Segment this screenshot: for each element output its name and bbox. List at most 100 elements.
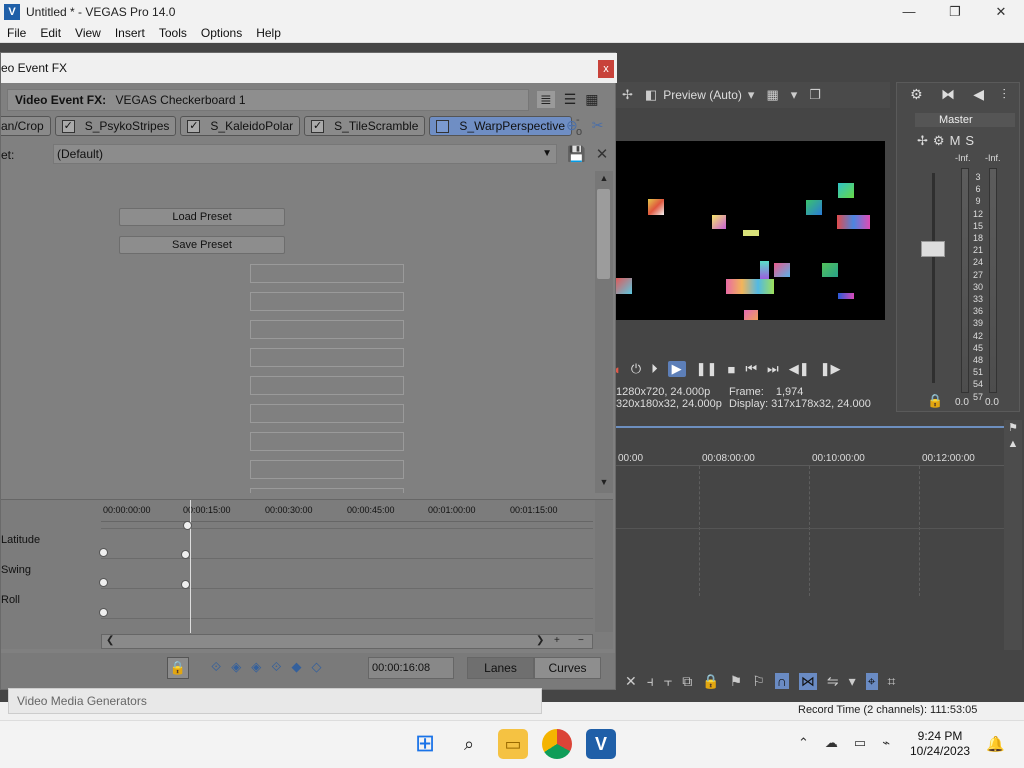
first-keyframe-icon[interactable]: ⟐ xyxy=(211,659,221,675)
scroll-right-icon[interactable]: ❯ xyxy=(536,635,544,646)
keyframe-vertical-scrollbar[interactable] xyxy=(595,500,613,632)
split-screen-icon[interactable]: ✢ xyxy=(622,87,633,103)
region-icon[interactable]: ⚐ xyxy=(752,673,765,690)
menu-edit[interactable]: Edit xyxy=(33,26,68,40)
scroll-left-icon[interactable]: ❮ xyxy=(106,635,114,646)
next-keyframe-icon[interactable]: ◈ xyxy=(251,659,261,675)
keyframe-point[interactable] xyxy=(181,580,190,589)
preview-overlay-icon[interactable]: ◧ xyxy=(645,87,657,103)
grid-icon[interactable]: ▦ xyxy=(766,87,778,103)
loop-icon[interactable]: ⏻ xyxy=(631,361,641,377)
fx-chip-tilescramble[interactable]: ✓ S_TileScramble xyxy=(304,116,426,136)
keyframe-point[interactable] xyxy=(99,608,108,617)
notification-bell-icon[interactable]: 🔔 xyxy=(986,735,1005,753)
taskbar-clock[interactable]: 9:24 PM 10/24/2023 xyxy=(910,729,970,759)
remove-fx-icon[interactable]: ✂ xyxy=(592,117,604,134)
ripple-icon[interactable]: ⇋ xyxy=(827,673,839,690)
timeline-vertical-scrollbar[interactable]: ⚑ ▲ xyxy=(1004,420,1022,650)
marker-icon[interactable]: ⚑ xyxy=(1004,420,1022,436)
preset-dropdown[interactable]: (Default) ▼ xyxy=(53,144,557,164)
envelope-tool-icon[interactable]: ⌗ xyxy=(888,673,896,690)
save-preset-button[interactable]: Save Preset xyxy=(119,236,285,254)
selection-tool-icon[interactable]: ⌖ xyxy=(865,672,878,690)
display-icon[interactable]: ▭ xyxy=(854,735,866,751)
preview-quality-dropdown[interactable]: Preview (Auto) xyxy=(663,88,742,102)
sync-cursor-lock-icon[interactable]: 🔒 xyxy=(167,657,189,679)
parameter-field[interactable] xyxy=(250,460,404,479)
chevron-down-icon[interactable]: ▾ xyxy=(791,87,798,103)
lock-icon[interactable]: 🔒 xyxy=(927,393,943,409)
menu-tools[interactable]: Tools xyxy=(152,26,194,40)
parameter-field[interactable] xyxy=(250,264,404,283)
delete-icon[interactable]: ✕ xyxy=(625,673,637,690)
snapping-icon[interactable]: ∩ xyxy=(774,673,789,689)
play-icon[interactable]: ▶ xyxy=(667,361,686,377)
detail-view-icon[interactable]: ☰ xyxy=(564,91,577,108)
timeline-tracks[interactable] xyxy=(616,466,1004,596)
master-fader[interactable] xyxy=(921,241,945,257)
scroll-up-icon[interactable]: ▲ xyxy=(1004,436,1022,452)
fx-gear-icon[interactable]: ⚙ xyxy=(933,133,945,149)
grid-view-icon[interactable]: ▦ xyxy=(585,91,598,108)
menu-view[interactable]: View xyxy=(68,26,108,40)
bus-fx-icon[interactable]: ⧓ xyxy=(941,86,955,103)
previous-keyframe-icon[interactable]: ◈ xyxy=(231,659,241,675)
parameters-scrollbar[interactable]: ▲ ▼ xyxy=(595,171,613,493)
play-from-start-icon[interactable]: ⏵ xyxy=(651,361,658,377)
add-keyframe-icon[interactable]: ◆ xyxy=(292,659,302,675)
vegas-taskbar-icon[interactable]: V xyxy=(586,729,616,759)
minimize-button[interactable]: — xyxy=(886,0,932,23)
checkbox-checked-icon[interactable]: ✓ xyxy=(187,119,201,133)
zoom-in-icon[interactable]: + xyxy=(554,635,560,646)
video-media-generators-panel[interactable]: Video Media Generators xyxy=(8,688,542,714)
parameter-field[interactable] xyxy=(250,348,404,367)
fx-chip-psykostripes[interactable]: ✓ S_PsykoStripes xyxy=(54,116,177,136)
delete-keyframe-icon[interactable]: ◇ xyxy=(312,659,322,675)
parameter-field[interactable] xyxy=(250,292,404,311)
scroll-down-icon[interactable]: ▼ xyxy=(595,477,613,487)
chevron-down-icon[interactable]: ▾ xyxy=(748,87,755,103)
network-icon[interactable]: ⌁ xyxy=(882,735,890,751)
menu-help[interactable]: Help xyxy=(249,26,288,40)
speaker-icon[interactable]: ◀ xyxy=(973,86,984,103)
list-view-icon[interactable]: ≣ xyxy=(537,91,555,108)
parameter-field[interactable] xyxy=(250,376,404,395)
keyframe-row-roll[interactable]: Roll xyxy=(1,594,20,606)
checkbox-icon[interactable] xyxy=(436,119,450,133)
go-to-end-icon[interactable]: ⏭ xyxy=(767,361,779,377)
go-to-start-icon[interactable]: ⏮ xyxy=(745,361,757,377)
chrome-icon[interactable] xyxy=(542,729,572,759)
trim-start-icon[interactable]: ⫞ xyxy=(647,673,654,690)
mute-button[interactable]: M xyxy=(950,133,961,149)
keyframe-point[interactable] xyxy=(183,521,192,530)
lock-icon[interactable]: 🔒 xyxy=(702,673,719,690)
start-icon[interactable]: ⊞ xyxy=(410,729,440,759)
keyframe-ruler[interactable]: 00:00:00:00 00:00:15:00 00:00:30:00 00:0… xyxy=(101,500,593,522)
fx-chip-pan-crop[interactable]: an/Crop xyxy=(1,116,51,136)
stop-icon[interactable]: ■ xyxy=(727,362,735,377)
pause-icon[interactable]: ❚❚ xyxy=(696,361,718,377)
parameter-field[interactable] xyxy=(250,320,404,339)
next-frame-icon[interactable]: ❚▶ xyxy=(820,361,841,377)
solo-button[interactable]: S xyxy=(965,133,974,149)
routing-icon[interactable]: ⫶ xyxy=(1002,86,1006,103)
last-keyframe-icon[interactable]: ⟐ xyxy=(271,659,281,675)
trim-end-icon[interactable]: ⫟ xyxy=(664,673,672,690)
scroll-thumb[interactable] xyxy=(597,189,610,279)
keyframe-row-latitude[interactable]: Latitude xyxy=(1,534,40,546)
add-fx-icon[interactable]: ⊕ xyxy=(566,117,578,134)
split-icon[interactable]: ⧉ xyxy=(682,673,692,690)
checkbox-checked-icon[interactable]: ✓ xyxy=(61,119,75,133)
parameter-field[interactable] xyxy=(250,404,404,423)
curves-toggle[interactable]: Curves xyxy=(534,657,601,679)
load-preset-button[interactable]: Load Preset xyxy=(119,208,285,226)
close-button[interactable]: ✕ xyxy=(978,0,1024,23)
onedrive-icon[interactable]: ☁ xyxy=(825,735,838,751)
fx-chip-warpperspective[interactable]: S_WarpPerspective xyxy=(429,116,573,136)
keyframe-row-swing[interactable]: Swing xyxy=(1,564,31,576)
marker-icon[interactable]: ⚑ xyxy=(730,673,743,690)
chevron-up-icon[interactable]: ⌃ xyxy=(798,735,809,751)
menu-file[interactable]: File xyxy=(0,26,33,40)
menu-options[interactable]: Options xyxy=(194,26,249,40)
parameter-field[interactable] xyxy=(250,432,404,451)
